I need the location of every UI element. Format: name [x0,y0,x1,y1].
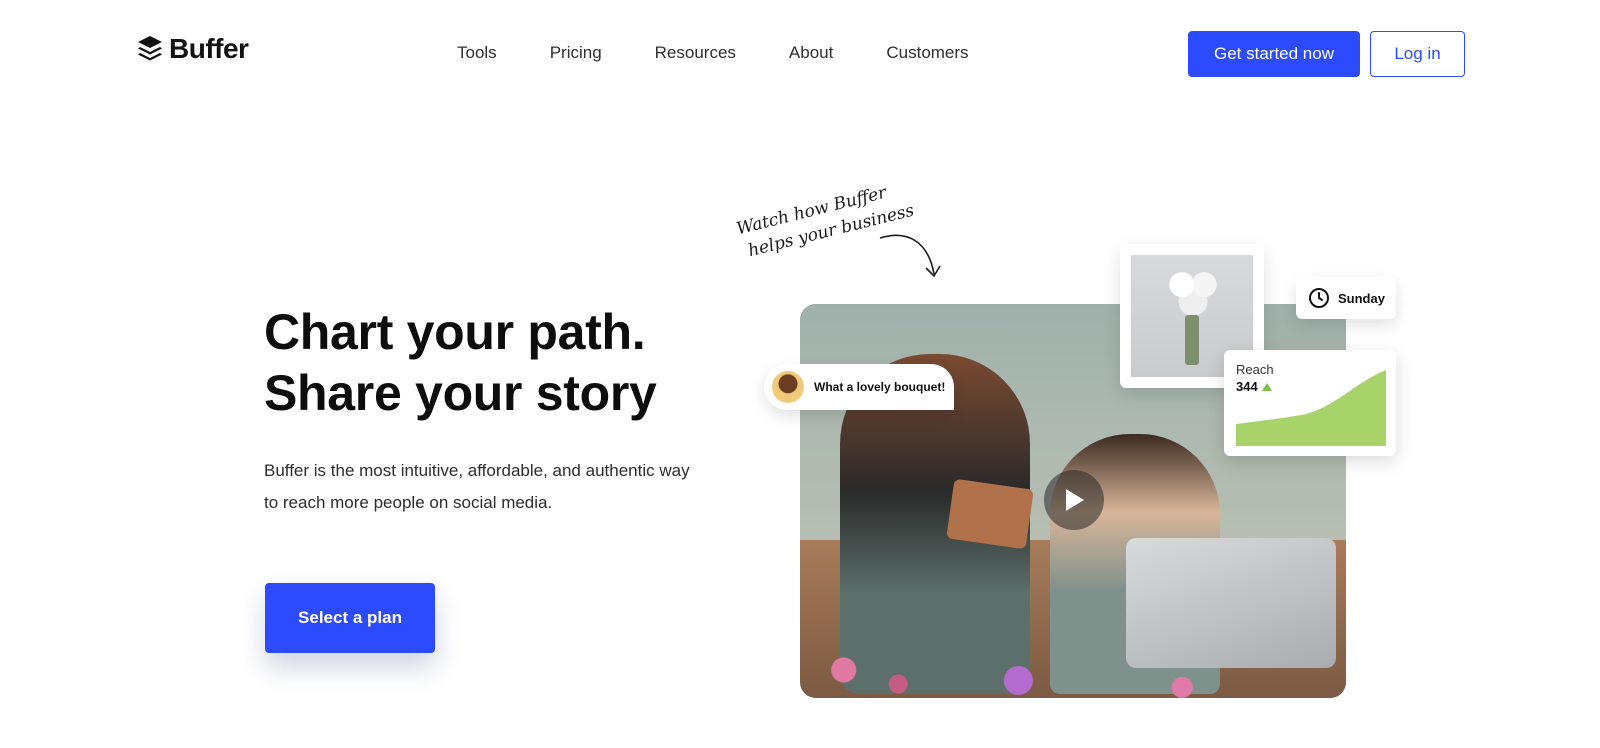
bouquet-flowers [1165,265,1221,321]
main-nav: Tools Pricing Resources About Customers [457,43,1022,63]
brand-name: Buffer [169,33,249,64]
buffer-logo-icon [138,36,162,61]
brand-logo[interactable]: Buffer [137,33,249,65]
reach-area [1236,370,1386,446]
avatar [772,371,804,403]
hero-description: Buffer is the most intuitive, affordable… [264,461,690,512]
select-plan-button[interactable]: Select a plan [265,583,435,653]
login-button[interactable]: Log in [1370,31,1465,77]
video-flowers [800,628,1346,698]
comment-text: What a lovely bouquet! [814,380,946,394]
nav-pricing[interactable]: Pricing [550,43,602,63]
video-tablet [946,478,1034,550]
hero-headline: Chart your path. Share your story [264,302,657,424]
comment-bubble: What a lovely bouquet! [764,364,954,410]
headline-line-2: Share your story [264,365,657,421]
nav-customers[interactable]: Customers [886,43,968,63]
play-button[interactable] [1044,470,1104,530]
clock-icon [1309,288,1329,308]
headline-line-1: Chart your path. [264,304,646,360]
schedule-day: Sunday [1338,290,1385,306]
reach-card: Reach 344 [1224,350,1396,456]
reach-area-chart [1236,370,1386,446]
play-icon [1066,489,1084,511]
nav-resources[interactable]: Resources [655,43,736,63]
curved-arrow-icon [879,234,941,278]
bouquet-stems [1185,315,1199,365]
nav-tools[interactable]: Tools [457,43,497,63]
get-started-button[interactable]: Get started now [1188,31,1360,77]
nav-about[interactable]: About [789,43,833,63]
schedule-day-badge: Sunday [1296,277,1396,319]
